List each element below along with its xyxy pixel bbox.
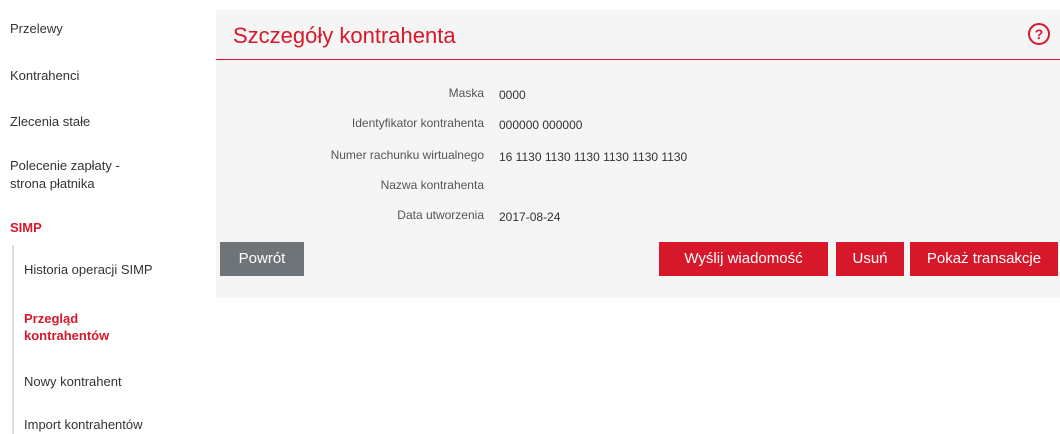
show-transactions-button[interactable]: Pokaż transakcje bbox=[910, 242, 1058, 276]
help-icon[interactable]: ? bbox=[1028, 23, 1050, 45]
detail-value: 000000 000000 bbox=[499, 118, 583, 132]
send-message-button[interactable]: Wyślij wiadomość bbox=[659, 242, 828, 276]
detail-label: Data utworzenia bbox=[397, 208, 484, 222]
page-title: Szczegóły kontrahenta bbox=[233, 23, 456, 48]
sidebar-item-simp[interactable]: SIMP bbox=[10, 219, 42, 236]
detail-label: Nazwa kontrahenta bbox=[380, 178, 484, 192]
detail-row-data-utworzenia: Data utworzenia 2017-08-24 bbox=[216, 205, 1060, 227]
detail-row-numer-rachunku: Numer rachunku wirtualnego 16 1130 1130 … bbox=[216, 145, 1060, 167]
detail-row-identyfikator: Identyfikator kontrahenta 000000 000000 bbox=[216, 113, 1060, 135]
subnav-item-przeglad-line1: Przegląd bbox=[24, 311, 79, 326]
detail-label: Identyfikator kontrahenta bbox=[351, 116, 484, 130]
sidebar-item-polecenie-line1: Polecenie zapłaty - bbox=[10, 158, 120, 173]
detail-label: Maska bbox=[448, 86, 484, 100]
sidebar-item-przelewy[interactable]: Przelewy bbox=[10, 20, 63, 37]
back-button[interactable]: Powrót bbox=[220, 242, 304, 276]
delete-button[interactable]: Usuń bbox=[836, 242, 904, 276]
subnav-item-import-kontrahentow[interactable]: Import kontrahentów bbox=[24, 416, 143, 433]
detail-value: 16 1130 1130 1130 1130 1130 1130 bbox=[499, 150, 688, 164]
detail-value: 0000 bbox=[499, 88, 526, 102]
sidebar-nav: Przelewy Kontrahenci Zlecenia stałe Pole… bbox=[0, 0, 205, 434]
contractor-details-panel: Szczegóły kontrahenta ? Maska 0000 Ident… bbox=[216, 10, 1060, 298]
subnav-item-nowy-kontrahent[interactable]: Nowy kontrahent bbox=[24, 373, 122, 390]
detail-row-maska: Maska 0000 bbox=[216, 83, 1060, 105]
detail-value: 2017-08-24 bbox=[499, 210, 561, 224]
sidebar-item-polecenie-line2: strona płatnika bbox=[10, 176, 95, 191]
sidebar-item-zlecenia-stale[interactable]: Zlecenia stałe bbox=[10, 113, 90, 130]
subnav-item-przeglad-line2: kontrahentów bbox=[24, 328, 110, 343]
subnav-item-historia-operacji[interactable]: Historia operacji SIMP bbox=[24, 261, 153, 278]
sidebar-item-kontrahenci[interactable]: Kontrahenci bbox=[10, 67, 79, 84]
detail-row-nazwa: Nazwa kontrahenta bbox=[216, 175, 1060, 197]
detail-label: Numer rachunku wirtualnego bbox=[330, 148, 484, 162]
panel-header: Szczegóły kontrahenta ? bbox=[216, 10, 1060, 60]
